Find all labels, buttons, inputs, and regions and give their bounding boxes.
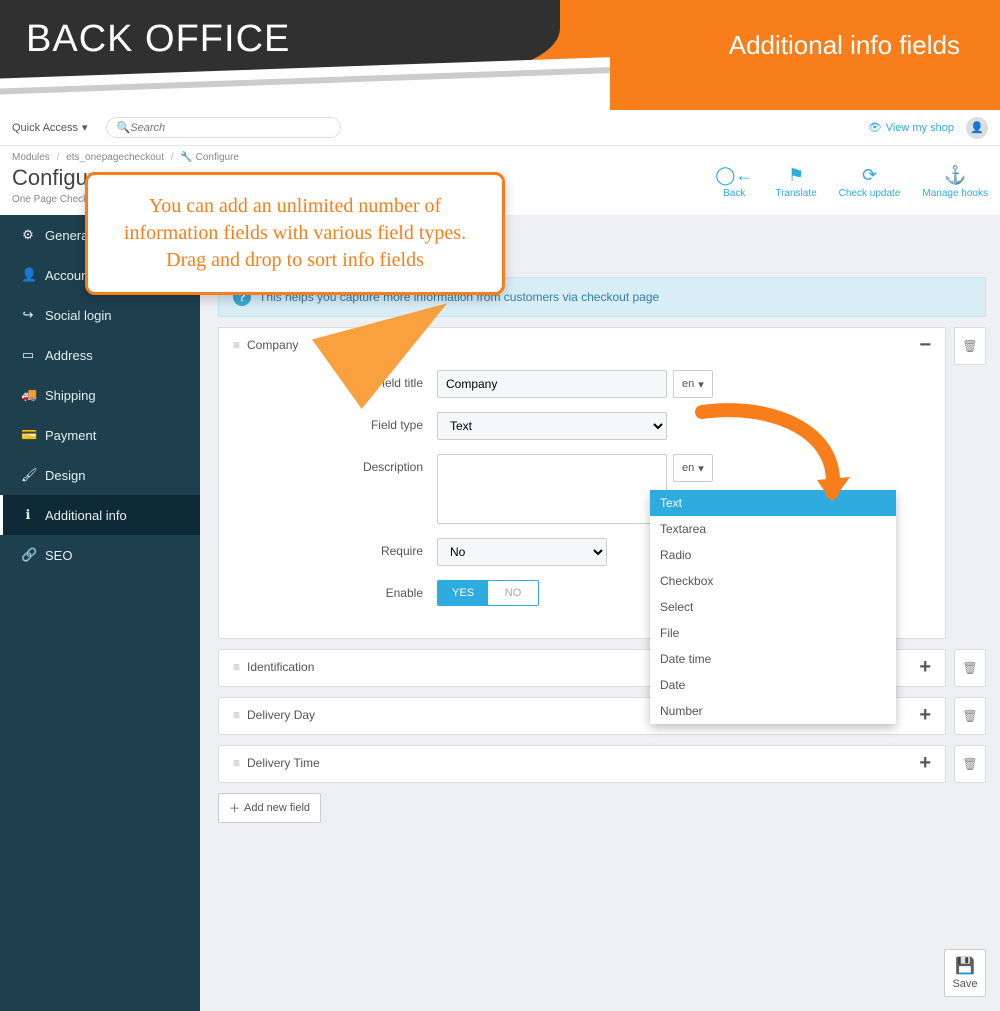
user-icon: 👤 xyxy=(21,267,35,283)
sidebar: ⚙General 👤Account ↪Social login ▭Address… xyxy=(0,215,200,1011)
panel-title: Delivery Day xyxy=(247,708,315,722)
collapse-icon[interactable]: − xyxy=(919,340,931,350)
drag-handle-icon[interactable]: ≡ xyxy=(233,338,239,352)
back-arrow-icon: ◯← xyxy=(715,165,753,186)
translate-button[interactable]: ⚑ Translate xyxy=(775,165,816,199)
field-panel-delivery-time: ≡ Delivery Time + xyxy=(218,745,946,783)
wrench-icon: 🔧 xyxy=(180,152,192,163)
trash-icon: 🗑 xyxy=(962,709,977,723)
sidebar-item-payment[interactable]: 💳Payment xyxy=(0,415,200,455)
promo-banner: BACK OFFICE Additional info fields xyxy=(0,0,1000,110)
trash-icon: 🗑 xyxy=(962,661,977,675)
dropdown-option[interactable]: Checkbox xyxy=(650,568,896,594)
refresh-icon: ⟳ xyxy=(839,165,901,186)
dropdown-option[interactable]: Date xyxy=(650,672,896,698)
panel-title: Delivery Time xyxy=(247,756,320,770)
check-update-button[interactable]: ⟳ Check update xyxy=(839,165,901,199)
info-icon: ℹ xyxy=(21,507,35,523)
enable-toggle[interactable]: YES NO xyxy=(437,580,539,606)
callout-text: You can add an unlimited number of infor… xyxy=(110,193,480,274)
toggle-yes: YES xyxy=(438,581,488,605)
address-card-icon: ▭ xyxy=(21,347,35,363)
user-icon: 👤 xyxy=(970,121,984,134)
search-icon: 🔍 xyxy=(117,121,131,134)
breadcrumb-item[interactable]: Configure xyxy=(196,152,239,163)
app-frame: Quick Access ▾ 🔍 👁 View my shop 👤 Module… xyxy=(0,110,1000,1000)
back-button[interactable]: ◯← Back xyxy=(715,165,753,199)
dropdown-option[interactable]: Textarea xyxy=(650,516,896,542)
dropdown-option[interactable]: Date time xyxy=(650,646,896,672)
login-icon: ↪ xyxy=(21,307,35,323)
search-box[interactable]: 🔍 xyxy=(106,117,342,138)
toggle-no: NO xyxy=(488,581,538,605)
dropdown-option[interactable]: File xyxy=(650,620,896,646)
add-new-field-button[interactable]: ＋ Add new field xyxy=(218,793,321,823)
caret-down-icon: ▾ xyxy=(82,121,88,134)
promo-subtitle: Additional info fields xyxy=(729,30,960,61)
panel-header[interactable]: ≡ Delivery Time + xyxy=(219,746,945,780)
sidebar-item-design[interactable]: 🖌Design xyxy=(0,455,200,495)
breadcrumb-item[interactable]: ets_onepagecheckout xyxy=(66,152,164,163)
quick-access-label: Quick Access xyxy=(12,122,78,134)
dropdown-option[interactable]: Radio xyxy=(650,542,896,568)
sidebar-item-additional-info[interactable]: ℹAdditional info xyxy=(0,495,200,535)
delete-field-button[interactable]: 🗑 xyxy=(954,327,986,365)
label-require: Require xyxy=(237,538,437,558)
field-type-select[interactable]: Text xyxy=(437,412,667,440)
panel-title: Company xyxy=(247,338,298,352)
label-enable: Enable xyxy=(237,580,437,600)
help-callout: You can add an unlimited number of infor… xyxy=(85,172,505,295)
topbar: Quick Access ▾ 🔍 👁 View my shop 👤 xyxy=(0,110,1000,146)
header-actions: ◯← Back ⚑ Translate ⟳ Check update ⚓ Man… xyxy=(715,165,988,199)
delete-field-button[interactable]: 🗑 xyxy=(954,649,986,687)
delete-field-button[interactable]: 🗑 xyxy=(954,697,986,735)
view-shop-label: View my shop xyxy=(886,122,954,134)
gear-icon: ⚙ xyxy=(21,227,35,243)
quick-access-dropdown[interactable]: Quick Access ▾ xyxy=(12,121,88,134)
sidebar-item-address[interactable]: ▭Address xyxy=(0,335,200,375)
search-input[interactable] xyxy=(130,122,330,134)
trash-icon: 🗑 xyxy=(962,757,977,771)
sidebar-item-social-login[interactable]: ↪Social login xyxy=(0,295,200,335)
sidebar-item-seo[interactable]: 🔗SEO xyxy=(0,535,200,575)
panel-title: Identification xyxy=(247,660,314,674)
language-selector[interactable]: en▾ xyxy=(673,370,713,398)
drag-handle-icon[interactable]: ≡ xyxy=(233,756,239,770)
eye-icon: 👁 xyxy=(868,121,882,134)
drag-handle-icon[interactable]: ≡ xyxy=(233,660,239,674)
expand-icon[interactable]: + xyxy=(919,758,931,768)
field-title-input[interactable] xyxy=(437,370,667,398)
plus-icon: ＋ xyxy=(229,800,240,816)
flag-icon: ⚑ xyxy=(775,165,816,186)
dropdown-option[interactable]: Select xyxy=(650,594,896,620)
trash-icon: 🗑 xyxy=(962,339,977,353)
breadcrumb: Modules / ets_onepagecheckout / 🔧 Config… xyxy=(0,146,1000,163)
brush-icon: 🖌 xyxy=(21,467,35,483)
link-icon: 🔗 xyxy=(21,547,35,563)
breadcrumb-item[interactable]: Modules xyxy=(12,152,50,163)
expand-icon[interactable]: + xyxy=(919,662,931,672)
label-description: Description xyxy=(237,454,437,474)
delete-field-button[interactable]: 🗑 xyxy=(954,745,986,783)
promo-title: BACK OFFICE xyxy=(26,18,290,61)
expand-icon[interactable]: + xyxy=(919,710,931,720)
save-button[interactable]: 💾 Save xyxy=(944,949,986,997)
field-type-dropdown[interactable]: Text Textarea Radio Checkbox Select File… xyxy=(650,490,896,724)
truck-icon: 🚚 xyxy=(21,387,35,403)
anchor-icon: ⚓ xyxy=(922,165,988,186)
pointer-arrow-icon xyxy=(692,402,862,515)
caret-down-icon: ▾ xyxy=(698,378,704,391)
credit-card-icon: 💳 xyxy=(21,427,35,443)
manage-hooks-button[interactable]: ⚓ Manage hooks xyxy=(922,165,988,199)
drag-handle-icon[interactable]: ≡ xyxy=(233,708,239,722)
view-shop-link[interactable]: 👁 View my shop xyxy=(868,121,954,134)
dropdown-option[interactable]: Number xyxy=(650,698,896,724)
description-textarea[interactable] xyxy=(437,454,667,524)
save-icon: 💾 xyxy=(955,956,975,976)
sidebar-item-shipping[interactable]: 🚚Shipping xyxy=(0,375,200,415)
user-avatar[interactable]: 👤 xyxy=(966,117,988,139)
require-select[interactable]: No xyxy=(437,538,607,566)
